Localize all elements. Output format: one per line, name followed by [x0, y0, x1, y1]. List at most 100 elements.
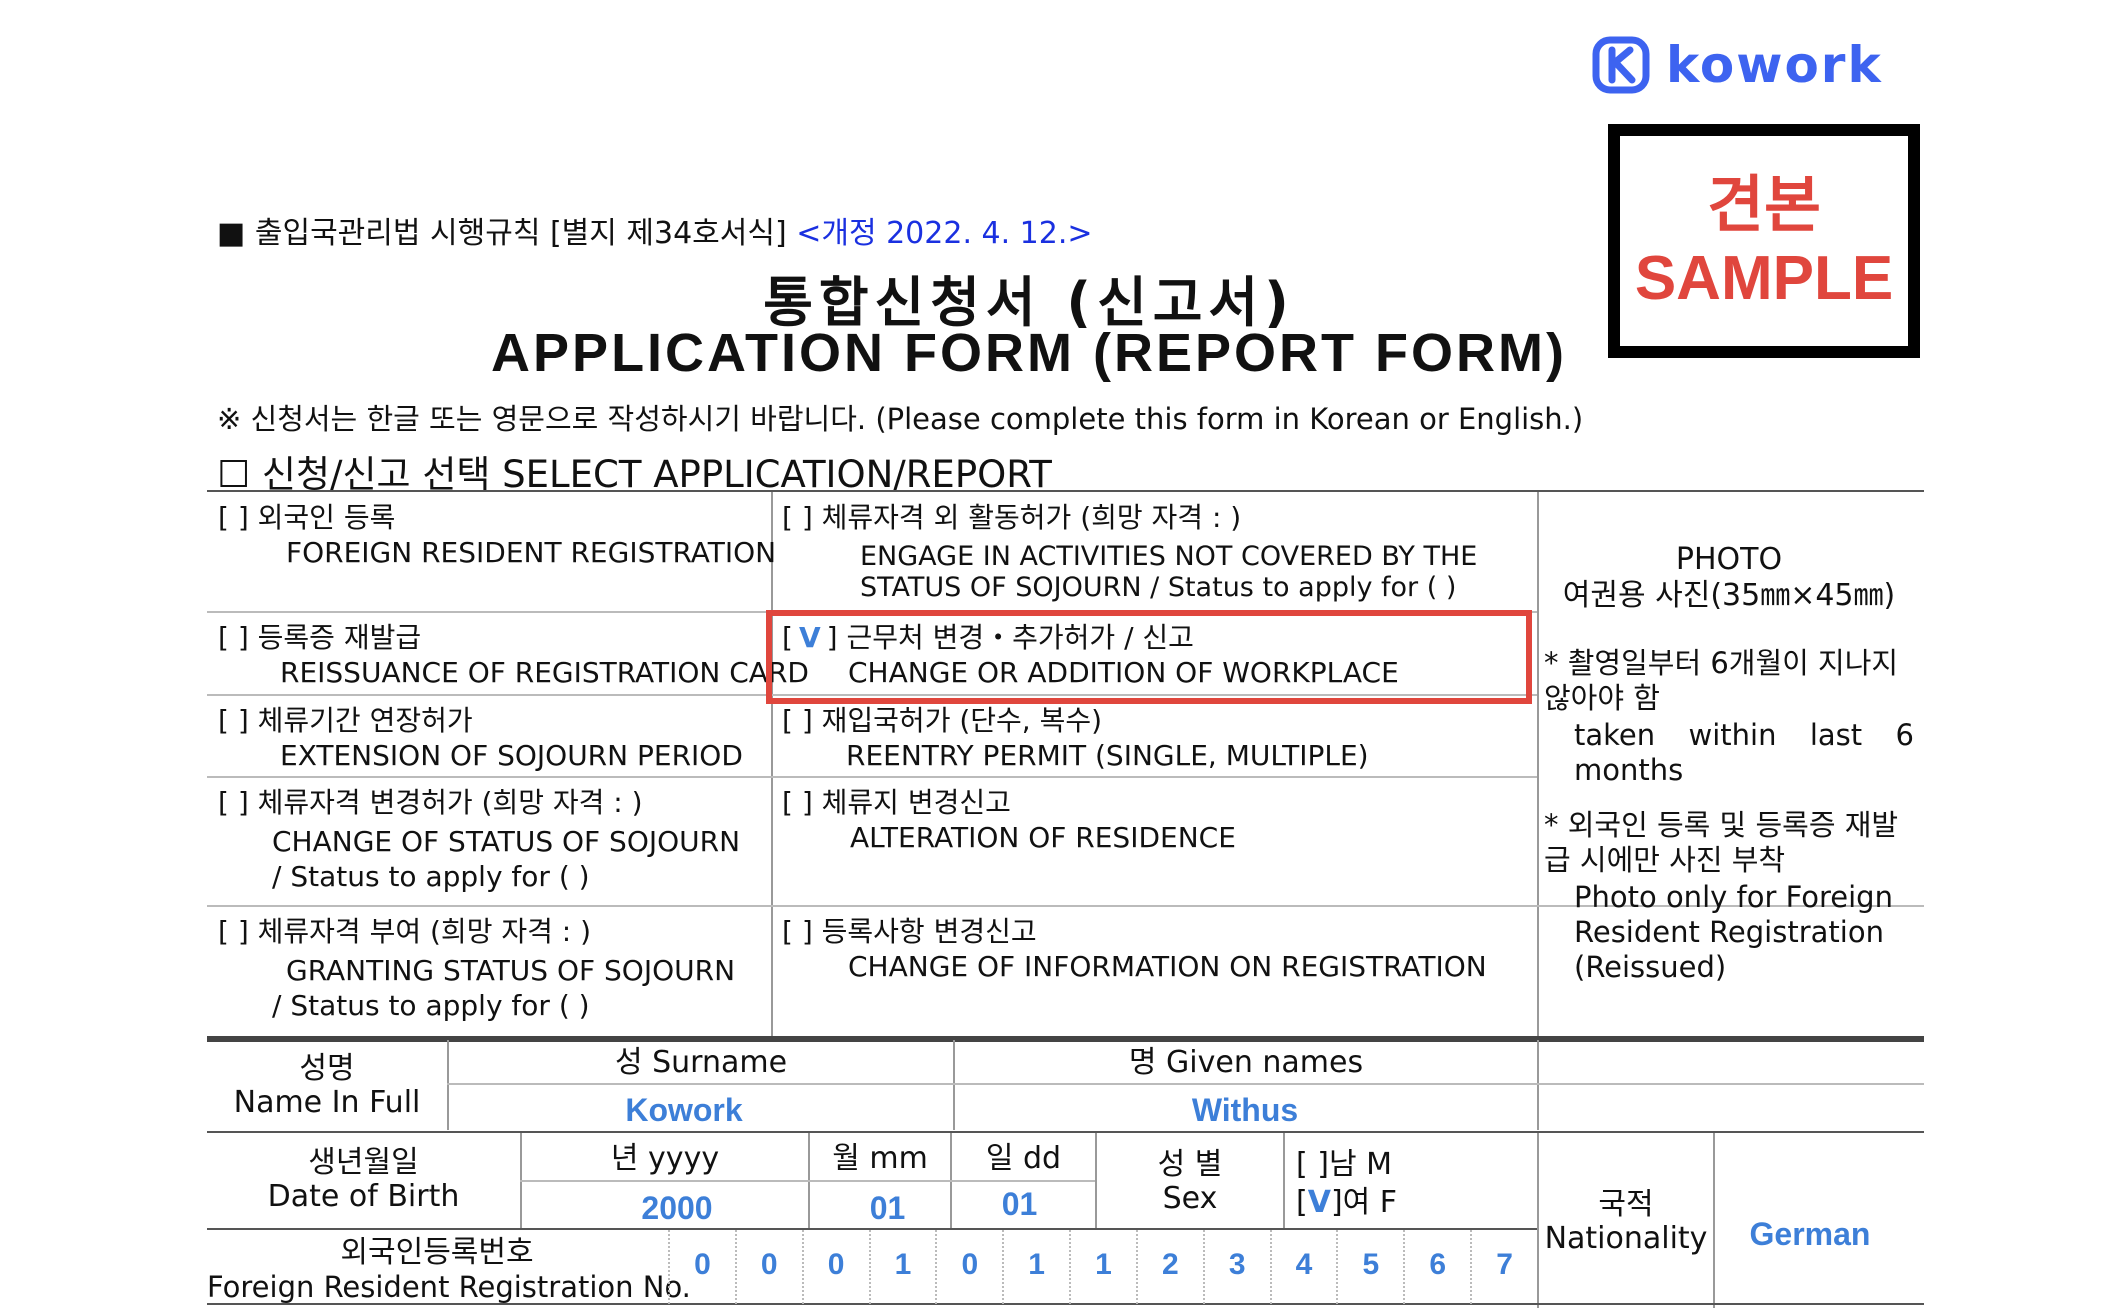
registration-digit[interactable]: 5	[1336, 1230, 1403, 1304]
photo-note-ko: * 촬영일부터 6개월이 지나지 않아야 함	[1544, 646, 1899, 715]
option-label-en: GRANTING STATUS OF SOJOURN	[286, 954, 736, 987]
option-granting-status[interactable]: [ ] 체류자격 부여 (희망 자격 : ) GRANTING STATUS O…	[218, 914, 735, 1023]
divider	[1537, 492, 1539, 1036]
registration-digit[interactable]: 0	[734, 1230, 802, 1304]
registration-digit[interactable]: 1	[868, 1230, 936, 1304]
option-status-line: / Status to apply for ( )	[272, 989, 590, 1022]
form-regulation-line: ■ 출입국관리법 시행규칙 [별지 제34호서식] <개정 2022. 4. 1…	[217, 208, 1093, 252]
option-label-en: CHANGE OF INFORMATION ON REGISTRATION	[848, 950, 1487, 983]
photo-note-validity: * 촬영일부터 6개월이 지나지 않아야 함 taken within last…	[1544, 646, 1914, 788]
photo-note-en: Photo only for Foreign Resident Registra…	[1574, 880, 1893, 984]
nationality-field[interactable]: German	[1715, 1216, 1905, 1253]
birth-label-ko: 생년월일	[308, 1145, 419, 1180]
stamp-korean: 견본	[1706, 168, 1822, 241]
option-extension-sojourn[interactable]: [ ] 체류기간 연장허가 EXTENSION OF SOJOURN PERIO…	[218, 703, 743, 773]
sex-options: [ ]남 M [V]여 F	[1296, 1146, 1397, 1222]
sex-female-label: 여 F	[1342, 1185, 1398, 1220]
option-card-reissuance[interactable]: [ ] 등록증 재발급 REISSUANCE OF REGISTRATION C…	[218, 620, 809, 690]
divider	[447, 1083, 1924, 1085]
option-label-en: ENGAGE IN ACTIVITIES NOT COVERED BY THE	[860, 541, 1478, 572]
section-divider	[207, 1036, 1924, 1042]
surname-field[interactable]: Kowork	[449, 1092, 919, 1129]
name-label: 성명 Name In Full	[207, 1052, 447, 1120]
photo-size: 여권용 사진(35㎜×45㎜)	[1562, 578, 1896, 613]
divider	[1283, 1133, 1285, 1228]
option-label-en: CHANGE OF STATUS OF SOJOURN	[272, 825, 741, 858]
option-label-ko: [ ] 체류자격 변경허가 (희망 자격 : )	[218, 786, 643, 819]
registration-label-en: Foreign Resident Registration No.	[207, 1270, 691, 1304]
language-note: ※ 신청서는 한글 또는 영문으로 작성하시기 바랍니다. (Please co…	[217, 402, 1584, 436]
divider	[207, 1131, 1924, 1133]
year-header: 년 yyyy	[610, 1141, 720, 1176]
option-label-ko: [ ] 재입국허가 (단수, 복수)	[782, 704, 1103, 737]
registration-number-field[interactable]: 0001011234567	[668, 1230, 1537, 1304]
sex-female-option[interactable]: [V]여 F	[1296, 1184, 1397, 1222]
given-names-field[interactable]: Withus	[955, 1092, 1535, 1129]
option-label-ko: [ ] 체류자격 부여 (희망 자격 : )	[218, 915, 592, 948]
registration-label-ko: 외국인등록번호	[340, 1235, 534, 1270]
option-reentry-permit[interactable]: [ ] 재입국허가 (단수, 복수) REENTRY PERMIT (SINGL…	[782, 703, 1369, 773]
option-status-line: STATUS OF SOJOURN / Status to apply for …	[860, 572, 1457, 603]
divider	[1537, 1040, 1539, 1130]
photo-note-en: taken within last 6 months	[1574, 718, 1914, 787]
page-title-english: APPLICATION FORM (REPORT FORM)	[491, 323, 1567, 383]
nationality-label-ko: 국적	[1598, 1187, 1654, 1222]
kowork-logo: kowork	[1590, 30, 1883, 100]
kowork-k-logo-icon	[1592, 36, 1650, 94]
registration-digit[interactable]: 4	[1269, 1230, 1337, 1304]
sex-label-en: Sex	[1162, 1181, 1218, 1216]
option-label-en: REISSUANCE OF REGISTRATION CARD	[280, 656, 809, 689]
regulation-text: ■ 출입국관리법 시행규칙 [별지 제34호서식]	[217, 216, 787, 251]
registration-digit[interactable]: 0	[801, 1230, 869, 1304]
nationality-label-en: Nationality	[1544, 1221, 1708, 1256]
divider	[207, 490, 1924, 492]
sex-label-ko: 성 별	[1157, 1147, 1223, 1182]
surname-header: 성 Surname	[614, 1045, 788, 1080]
birth-month-field[interactable]: 01	[810, 1190, 965, 1227]
name-label-ko: 성명	[299, 1051, 355, 1086]
option-label-ko: [ ] 등록증 재발급	[218, 621, 422, 654]
option-change-status[interactable]: [ ] 체류자격 변경허가 (희망 자격 : ) CHANGE OF STATU…	[218, 785, 740, 894]
option-label-en: REENTRY PERMIT (SINGLE, MULTIPLE)	[846, 739, 1369, 772]
birth-year-field[interactable]: 2000	[522, 1190, 832, 1227]
revision-date: <개정 2022. 4. 12.>	[796, 216, 1093, 251]
option-label-ko: [ ] 체류기간 연장허가	[218, 704, 473, 737]
sex-male-option[interactable]: [ ]남 M	[1296, 1146, 1397, 1184]
sex-label: 성 별 Sex	[1097, 1148, 1283, 1216]
selected-option-highlight	[766, 610, 1532, 704]
registration-digit[interactable]: 6	[1403, 1230, 1470, 1304]
option-foreign-registration[interactable]: [ ] 외국인 등록 FOREIGN RESIDENT REGISTRATION	[218, 500, 776, 570]
divider	[771, 492, 773, 1036]
registration-digit[interactable]: 3	[1202, 1230, 1270, 1304]
option-label-en: EXTENSION OF SOJOURN PERIOD	[280, 739, 743, 772]
day-header: 일 dd	[985, 1141, 1062, 1176]
option-label-en: ALTERATION OF RESIDENCE	[850, 821, 1236, 854]
nationality-label: 국적 Nationality	[1539, 1188, 1713, 1256]
photo-note-requirement: * 외국인 등록 및 등록증 재발급 시에만 사진 부착 Photo only …	[1544, 808, 1914, 985]
photo-title: PHOTO	[1675, 542, 1783, 577]
birth-label: 생년월일 Date of Birth	[207, 1146, 520, 1214]
registration-digit[interactable]: 0	[668, 1230, 735, 1304]
registration-label: 외국인등록번호 Foreign Resident Registration No…	[207, 1235, 691, 1305]
registration-digit[interactable]: 1	[1002, 1230, 1069, 1304]
birth-day-field[interactable]: 01	[952, 1186, 1087, 1223]
divider	[520, 1180, 1095, 1182]
option-label-ko: [ ] 외국인 등록	[218, 501, 396, 534]
option-activities-outside-status[interactable]: [ ] 체류자격 외 활동허가 (희망 자격 : ) ENGAGE IN ACT…	[782, 500, 1477, 603]
option-status-line: / Status to apply for ( )	[272, 860, 590, 893]
option-label-ko: [ ] 체류자격 외 활동허가 (희망 자격 : )	[782, 501, 1242, 534]
divider	[207, 776, 1537, 778]
month-header: 월 mm	[832, 1141, 928, 1176]
option-alteration-residence[interactable]: [ ] 체류지 변경신고 ALTERATION OF RESIDENCE	[782, 785, 1236, 855]
registration-digit[interactable]: 7	[1470, 1230, 1537, 1304]
checkbox-checked-mark[interactable]: V	[1308, 1185, 1331, 1220]
registration-digit[interactable]: 1	[1069, 1230, 1136, 1304]
option-change-information[interactable]: [ ] 등록사항 변경신고 CHANGE OF INFORMATION ON R…	[782, 914, 1487, 984]
given-names-header: 명 Given names	[1128, 1045, 1364, 1080]
registration-digit[interactable]: 0	[935, 1230, 1002, 1304]
option-label-en: FOREIGN RESIDENT REGISTRATION	[286, 536, 777, 569]
option-label-ko: [ ] 체류지 변경신고	[782, 786, 1011, 819]
registration-digit[interactable]: 2	[1135, 1230, 1203, 1304]
photo-box[interactable]: PHOTO 여권용 사진(35㎜×45㎜)	[1544, 542, 1914, 614]
birth-label-en: Date of Birth	[267, 1179, 460, 1214]
